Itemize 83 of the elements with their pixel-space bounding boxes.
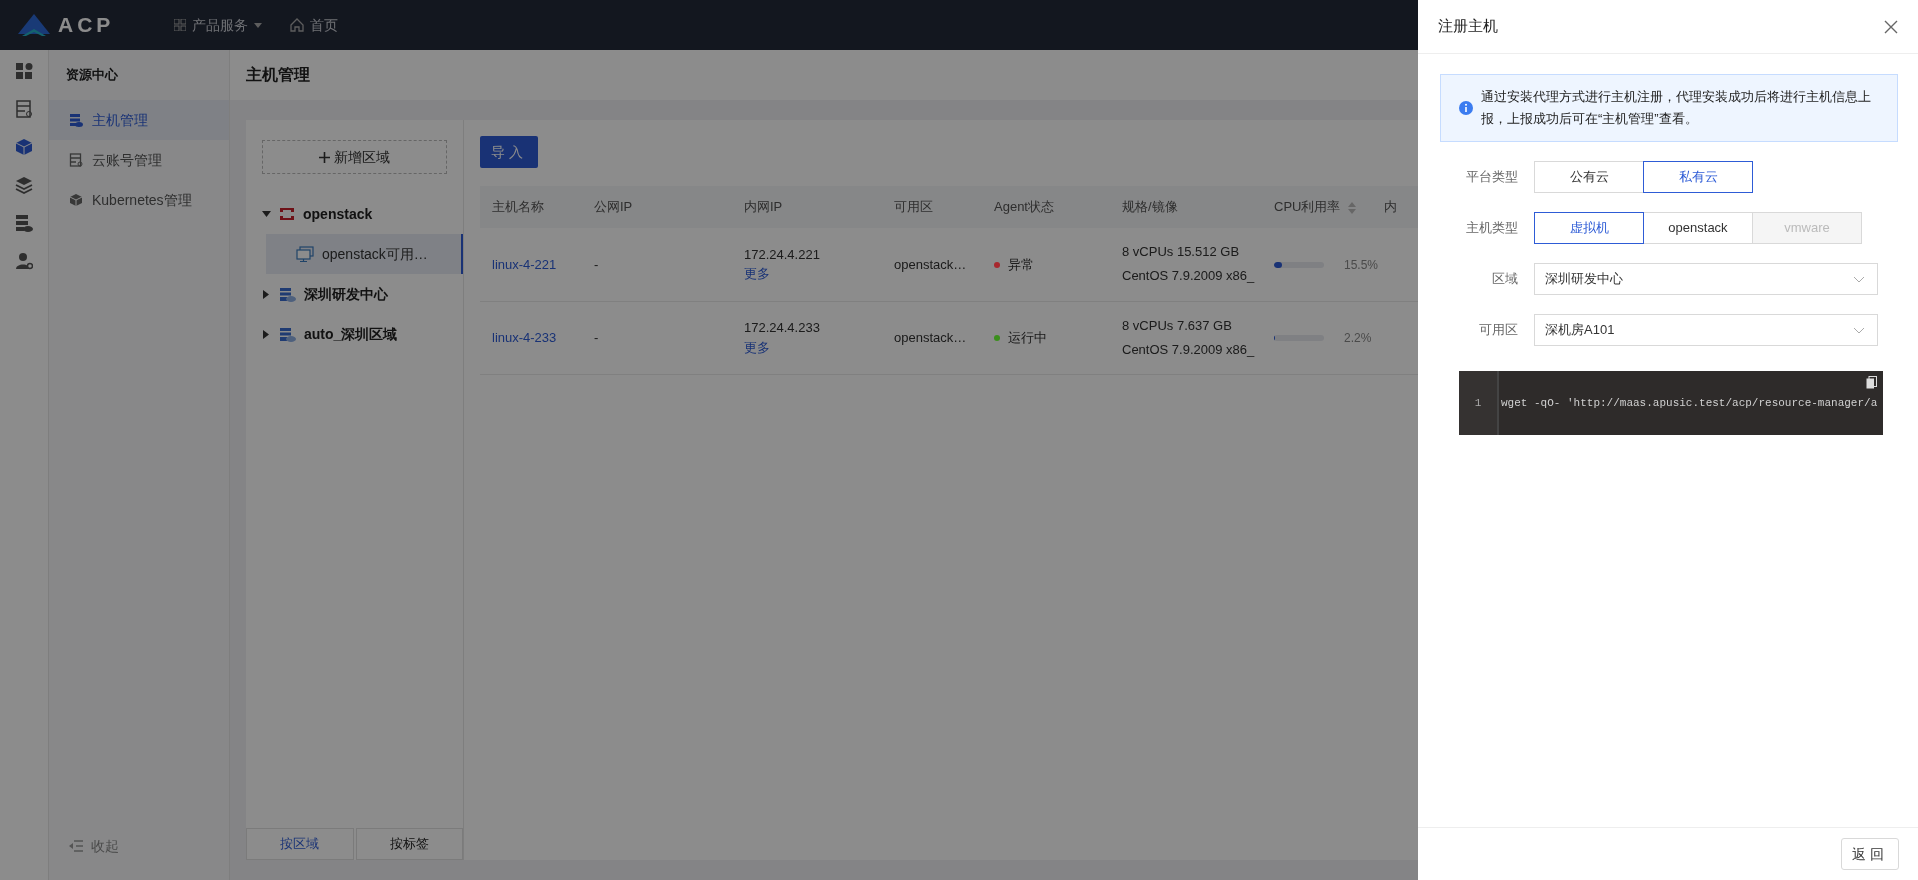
import-button[interactable]: 导入 [480,136,538,168]
host-link[interactable]: linux-4-233 [492,329,557,345]
server-cloud-icon[interactable] [15,214,33,232]
host-link[interactable]: linux-4-221 [492,256,557,272]
sidebar-title: 资源中心 [65,66,119,85]
column-header: 内 [1384,199,1397,215]
server-icon [69,113,84,127]
tree-node[interactable]: openstack可用… [266,234,463,274]
user-gear-icon[interactable] [15,252,33,270]
status-text: 异常 [1008,256,1034,272]
column-header: Agent状态 [994,199,1054,215]
chevron-icon [1853,326,1865,334]
field-label: 可用区 [1478,321,1518,340]
server-list-icon [69,153,84,167]
status-text: 运行中 [1008,329,1047,345]
layers-icon[interactable] [15,176,33,194]
usage-reading: 2.2% [1344,330,1372,345]
back-button[interactable]: 返回 [1841,838,1899,870]
select-field[interactable]: 深机房A101 [1534,314,1878,346]
segment-option[interactable]: 公有云 [1534,161,1644,193]
ip-address: 172.24.4.233 [744,319,821,337]
logo-text: ACP [58,12,115,39]
column-header: 内网IP [744,199,783,215]
tree-node[interactable]: openstack [246,194,463,234]
usage-reading: 15.5% [1344,257,1379,272]
tree-node[interactable]: 深圳研发中心 [246,274,463,314]
server-cloud-icon [279,326,296,342]
segment-option[interactable]: 虚拟机 [1534,212,1644,244]
home-icon [290,18,305,32]
caret-icon[interactable] [262,289,271,299]
select-field[interactable]: 深圳研发中心 [1534,263,1878,295]
column-header: 可用区 [894,199,933,215]
caret-icon [254,22,263,28]
logo-icon [18,14,50,36]
cube-icon[interactable] [15,138,33,156]
field-label: 主机类型 [1465,219,1518,238]
table-cell: - [594,256,599,272]
more-link[interactable]: 更多 [744,266,770,282]
grid-icon [174,19,187,31]
code-line: wget -qO- 'http://maas.apusic.test/acp/resource-manager/a [1500,395,1878,411]
openstack-icon [279,206,295,222]
column-header: 公网IP [594,199,633,215]
collapse-icon [69,840,83,852]
caret-icon[interactable] [262,329,271,339]
plus-icon [319,151,330,163]
ip-address: 172.24.4.221 [744,245,821,264]
sidebar-item[interactable]: 云账号管理 [49,140,229,180]
nav-link[interactable]: 产品服务 [174,14,263,36]
server-cloud-icon [279,286,296,302]
image-text: CentOS 7.9.2009 x86_ [1122,340,1256,359]
monitor-icon [296,246,314,262]
field-label: 平台类型 [1465,168,1518,187]
table-cell: - [594,329,599,345]
sidebar-item[interactable]: 主机管理 [49,100,229,140]
more-link[interactable]: 更多 [744,339,770,355]
tab[interactable]: 按区域 [246,828,354,860]
spec-text: 8 vCPUs 15.512 GB [1122,243,1241,262]
copy-icon[interactable] [1866,376,1877,389]
sidebar-item[interactable]: Kubernetes管理 [49,180,229,220]
table-cell: openstack… [894,329,967,345]
column-header: CPU利用率 [1274,199,1341,215]
line-number: 1 [1459,371,1499,435]
image-text: CentOS 7.9.2009 x86_ [1122,267,1256,286]
table-cell: openstack… [894,256,967,272]
server-list-icon[interactable] [15,100,33,118]
nav-link[interactable]: 首页 [290,14,339,36]
segment-option[interactable]: openstack [1643,212,1753,244]
column-header: 规格/镜像 [1122,199,1178,215]
tab[interactable]: 按标签 [355,828,463,860]
caret-icon[interactable] [262,209,271,219]
cube-icon [69,193,84,207]
close-icon[interactable] [1884,19,1898,34]
tree-node[interactable]: auto_深圳区域 [246,314,463,354]
drawer-title: 注册主机 [1438,16,1498,37]
chevron-icon [1853,275,1865,283]
collapse-button[interactable]: 收起 [49,826,229,866]
info-icon [1459,101,1473,115]
spec-text: 8 vCPUs 7.637 GB [1122,316,1233,335]
field-label: 区域 [1491,270,1518,289]
column-header: 主机名称 [492,199,544,215]
add-region-button[interactable]: 新增区域 [262,140,447,174]
dashboard-icon[interactable] [15,62,33,80]
segment-option[interactable]: 私有云 [1643,161,1753,193]
